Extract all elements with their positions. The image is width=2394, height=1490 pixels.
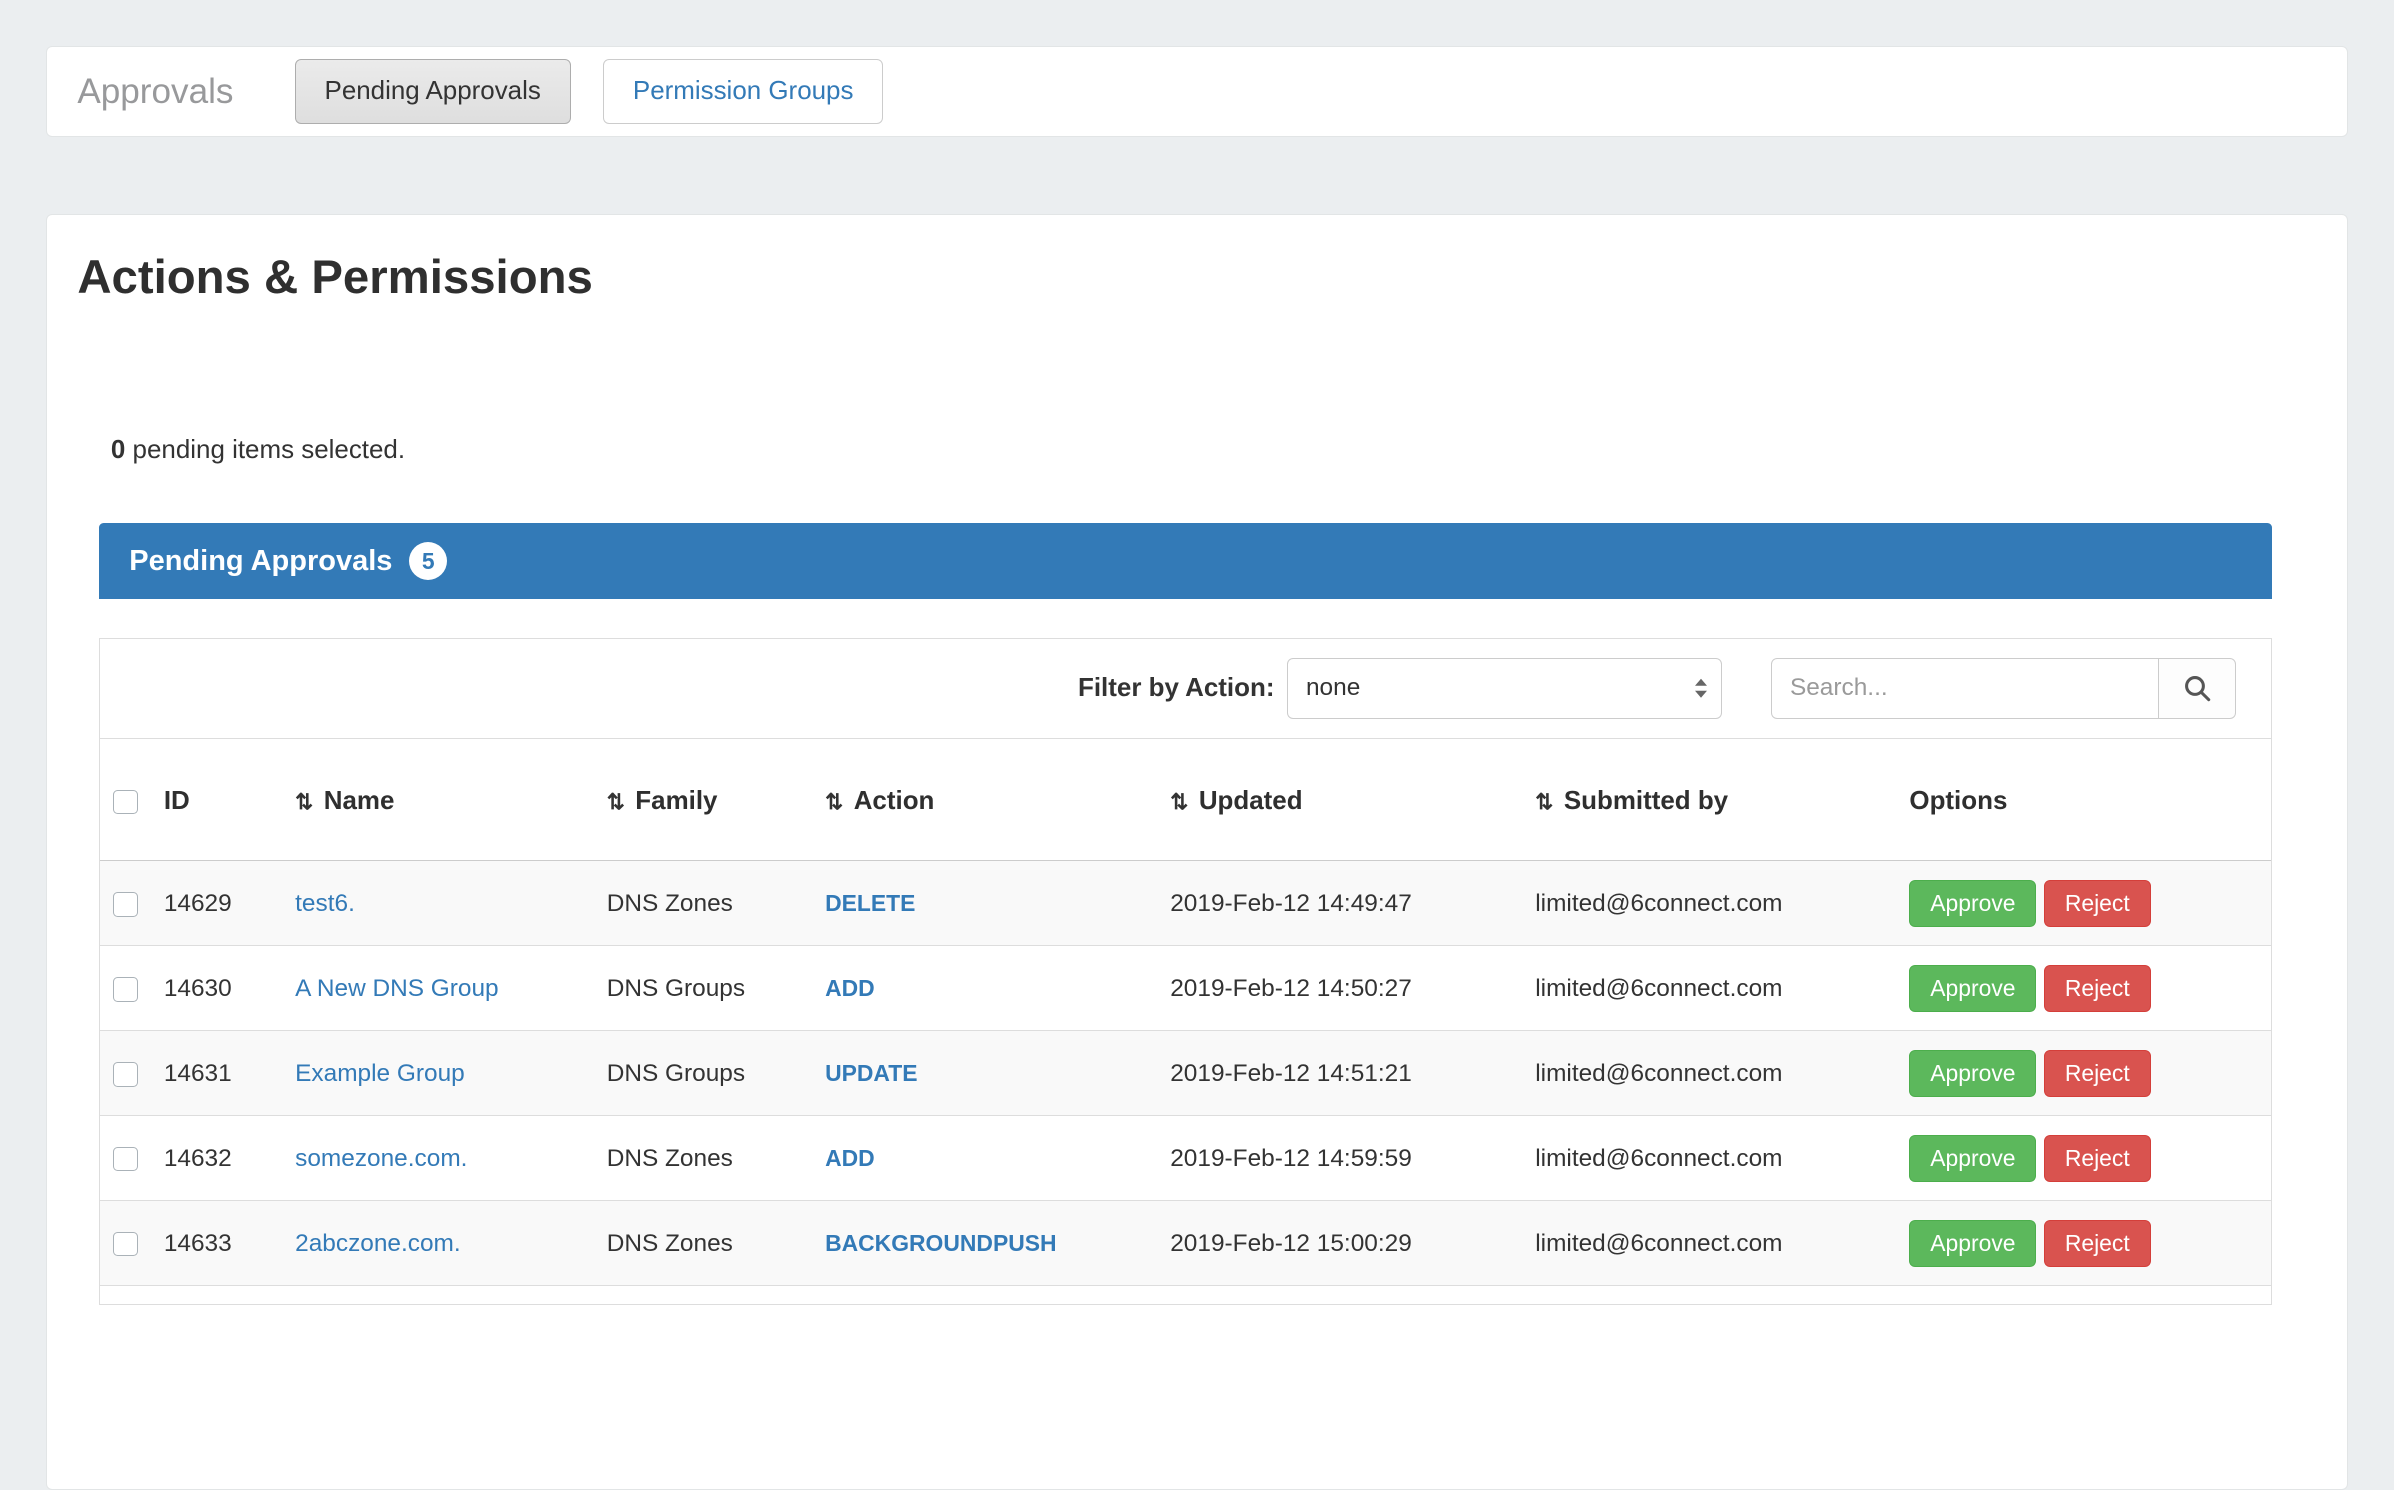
cell-id: 14629	[152, 861, 283, 946]
tab-pending-approvals[interactable]: Pending Approvals	[295, 59, 571, 124]
col-header-updated[interactable]: ⇅Updated	[1158, 739, 1523, 861]
table-row: 14632 somezone.com. DNS Zones ADD 2019-F…	[100, 1116, 2272, 1201]
name-link[interactable]: A New DNS Group	[295, 975, 498, 1002]
approvals-table: ID ⇅Name ⇅Family ⇅Action ⇅Updated ⇅Submi…	[100, 739, 2272, 1286]
reject-button[interactable]: Reject	[2044, 880, 2151, 927]
name-link[interactable]: Example Group	[295, 1060, 465, 1087]
cell-family: DNS Groups	[595, 1031, 813, 1116]
search-group	[1771, 658, 2237, 719]
col-header-id: ID	[152, 739, 283, 861]
sort-icon: ⇅	[1535, 790, 1553, 814]
row-checkbox[interactable]	[113, 1062, 137, 1086]
action-filter-select[interactable]: none	[1287, 658, 1722, 719]
page-title: Approvals	[77, 72, 233, 112]
cell-submitted-by: limited@6connect.com	[1523, 946, 1897, 1031]
table-row: 14633 2abczone.com. DNS Zones BACKGROUND…	[100, 1201, 2272, 1286]
table-row: 14631 Example Group DNS Groups UPDATE 20…	[100, 1031, 2272, 1116]
cell-updated: 2019-Feb-12 14:50:27	[1158, 946, 1523, 1031]
tab-permission-groups[interactable]: Permission Groups	[603, 59, 884, 124]
search-icon	[2182, 673, 2213, 704]
search-button[interactable]	[2158, 658, 2236, 719]
action-link[interactable]: ADD	[825, 975, 875, 1001]
approve-button[interactable]: Approve	[1909, 880, 2036, 927]
col-header-name[interactable]: ⇅Name	[283, 739, 595, 861]
cell-updated: 2019-Feb-12 14:59:59	[1158, 1116, 1523, 1201]
topbar: Approvals Pending Approvals Permission G…	[46, 46, 2348, 138]
sort-icon: ⇅	[825, 790, 843, 814]
sort-icon: ⇅	[607, 790, 625, 814]
cell-updated: 2019-Feb-12 14:51:21	[1158, 1031, 1523, 1116]
selected-count-line: 0 pending items selected.	[111, 435, 2317, 466]
action-link[interactable]: DELETE	[825, 890, 915, 916]
cell-updated: 2019-Feb-12 15:00:29	[1158, 1201, 1523, 1286]
approve-button[interactable]: Approve	[1909, 965, 2036, 1012]
filter-label: Filter by Action:	[1078, 674, 1274, 703]
select-all-checkbox[interactable]	[113, 790, 137, 814]
table-row: 14630 A New DNS Group DNS Groups ADD 201…	[100, 946, 2272, 1031]
approvals-page: Approvals Pending Approvals Permission G…	[0, 46, 2394, 1490]
cell-id: 14633	[152, 1201, 283, 1286]
panel-title: Pending Approvals	[129, 545, 392, 578]
sort-icon: ⇅	[1170, 790, 1188, 814]
cell-id: 14632	[152, 1116, 283, 1201]
name-link[interactable]: test6.	[295, 890, 355, 917]
cell-updated: 2019-Feb-12 14:49:47	[1158, 861, 1523, 946]
row-checkbox[interactable]	[113, 977, 137, 1001]
reject-button[interactable]: Reject	[2044, 1135, 2151, 1182]
reject-button[interactable]: Reject	[2044, 1050, 2151, 1097]
panel-body: Filter by Action: none	[99, 638, 2273, 1306]
table-header-row: ID ⇅Name ⇅Family ⇅Action ⇅Updated ⇅Submi…	[100, 739, 2272, 861]
selected-count-label: pending items selected.	[125, 436, 405, 464]
approve-button[interactable]: Approve	[1909, 1050, 2036, 1097]
col-header-family[interactable]: ⇅Family	[595, 739, 813, 861]
pending-count-badge: 5	[409, 542, 447, 580]
reject-button[interactable]: Reject	[2044, 1220, 2151, 1267]
reject-button[interactable]: Reject	[2044, 965, 2151, 1012]
cell-id: 14631	[152, 1031, 283, 1116]
row-checkbox[interactable]	[113, 892, 137, 916]
col-header-options: Options	[1897, 739, 2271, 861]
search-input[interactable]	[1771, 658, 2160, 719]
action-link[interactable]: ADD	[825, 1145, 875, 1171]
cell-submitted-by: limited@6connect.com	[1523, 1116, 1897, 1201]
approve-button[interactable]: Approve	[1909, 1135, 2036, 1182]
action-filter-selected-value: none	[1306, 674, 1360, 702]
cell-family: DNS Groups	[595, 946, 813, 1031]
cell-family: DNS Zones	[595, 1201, 813, 1286]
name-link[interactable]: 2abczone.com.	[295, 1230, 461, 1257]
action-link[interactable]: BACKGROUNDPUSH	[825, 1230, 1056, 1256]
actions-permissions-card: Actions & Permissions 0 pending items se…	[46, 214, 2348, 1490]
cell-family: DNS Zones	[595, 861, 813, 946]
cell-submitted-by: limited@6connect.com	[1523, 1201, 1897, 1286]
approve-button[interactable]: Approve	[1909, 1220, 2036, 1267]
col-header-select	[100, 739, 152, 861]
select-arrows-icon	[1695, 679, 1707, 698]
cell-family: DNS Zones	[595, 1116, 813, 1201]
filter-row: Filter by Action: none	[100, 639, 2272, 739]
section-heading: Actions & Permissions	[77, 251, 2316, 306]
action-link[interactable]: UPDATE	[825, 1060, 917, 1086]
row-checkbox[interactable]	[113, 1232, 137, 1256]
table-row: 14629 test6. DNS Zones DELETE 2019-Feb-1…	[100, 861, 2272, 946]
selected-count: 0	[111, 436, 125, 464]
sort-icon: ⇅	[295, 790, 313, 814]
cell-id: 14630	[152, 946, 283, 1031]
name-link[interactable]: somezone.com.	[295, 1145, 467, 1172]
cell-submitted-by: limited@6connect.com	[1523, 1031, 1897, 1116]
row-checkbox[interactable]	[113, 1147, 137, 1171]
col-header-action[interactable]: ⇅Action	[813, 739, 1158, 861]
cell-submitted-by: limited@6connect.com	[1523, 861, 1897, 946]
col-header-submitted-by[interactable]: ⇅Submitted by	[1523, 739, 1897, 861]
pending-approvals-panel-header: Pending Approvals 5	[99, 523, 2273, 599]
